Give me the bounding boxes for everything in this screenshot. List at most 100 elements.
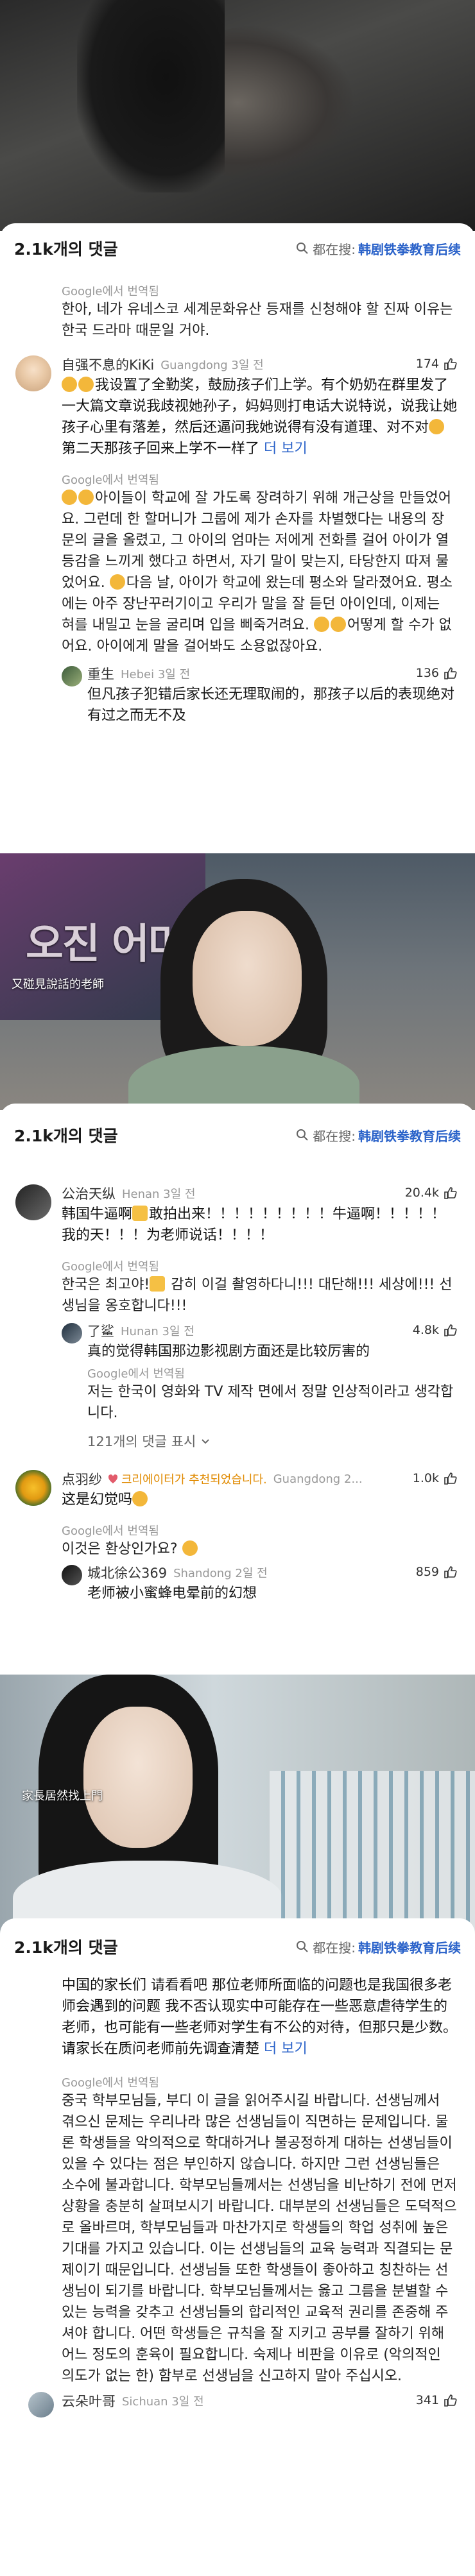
comment-text: 我设置了全勤奖，鼓励孩子们上学。有个奶奶在群里发了一大篇文章说我歧视她孙子，妈妈… bbox=[62, 377, 458, 457]
video-scene-face bbox=[193, 911, 302, 1046]
more-button[interactable]: 더 보기 bbox=[264, 2041, 307, 2057]
like-button[interactable]: 1.0k bbox=[413, 1471, 457, 1485]
like-count: 341 bbox=[415, 2393, 439, 2407]
laughing-emoji-icon bbox=[314, 617, 330, 632]
avatar[interactable] bbox=[28, 2392, 54, 2418]
reply-text: 老师被小蜜蜂电晕前的幻想 bbox=[87, 1585, 257, 1601]
search-suggestion[interactable]: 都在搜: 韩剧铁拳教育后续 bbox=[296, 1126, 461, 1145]
thumbs-up-icon bbox=[444, 2394, 457, 2407]
show-replies-button[interactable]: 121개의 댓글 표시 bbox=[87, 1431, 475, 1451]
avatar[interactable] bbox=[62, 1323, 82, 1343]
translation-source: Google에서 번역됨 bbox=[62, 473, 159, 487]
username[interactable]: 云朵叶哥 bbox=[62, 2391, 116, 2410]
chevron-down-icon bbox=[202, 1439, 210, 1444]
like-button[interactable]: 174 bbox=[416, 357, 457, 371]
avatar[interactable] bbox=[15, 355, 51, 391]
username[interactable]: 了鲨 bbox=[87, 1321, 114, 1340]
comment-text: 这是幻觉吗 bbox=[62, 1489, 457, 1510]
like-count: 174 bbox=[415, 357, 439, 371]
video-frame-bottom[interactable]: 家長居然找上門 bbox=[0, 1675, 475, 1938]
comment-meta: 点羽纱 크리에이터가 추천되었습니다. Guangdong 2... bbox=[62, 1469, 457, 1489]
avatar[interactable] bbox=[15, 1470, 51, 1506]
thumbs-up-icon bbox=[444, 1566, 457, 1578]
like-count: 136 bbox=[415, 666, 439, 680]
comment-meta: 公治天纵 Henan 3일 전 bbox=[62, 1183, 457, 1204]
username[interactable]: 自强不息的KiKi bbox=[62, 355, 154, 374]
translation-source: Google에서 번역됨 bbox=[62, 1260, 159, 1274]
comment-location-time: Henan 3일 전 bbox=[122, 1188, 196, 1201]
comment-item: 云朵叶哥 Sichuan 3일 전 341 bbox=[0, 2391, 475, 2418]
laughing-emoji-icon bbox=[78, 490, 94, 505]
laughing-emoji-icon bbox=[62, 490, 77, 505]
like-count: 859 bbox=[415, 1565, 439, 1579]
comments-panel-3: 2.1k개의 댓글 都在搜: 韩剧铁拳教育后续 中国的家长们 请看看吧 那位老师… bbox=[0, 1918, 475, 2576]
video-frame-middle[interactable]: 오진 어머 又碰見說話的老師 bbox=[0, 853, 475, 1110]
like-count: 20.4k bbox=[404, 1186, 439, 1200]
translation-source: Google에서 번역됨 bbox=[62, 2076, 159, 2090]
translation-text: 한아, 네가 유네스코 세계문화유산 등재를 신청해야 할 진짜 이유는 한국 … bbox=[62, 302, 453, 339]
like-button[interactable]: 859 bbox=[416, 1565, 457, 1579]
translation-source: Google에서 번역됨 bbox=[87, 1367, 185, 1381]
comment-location-time: Guangdong 2... bbox=[273, 1472, 363, 1486]
comment-item: 公治天纵 Henan 3일 전 20.4k 韩国牛逼啊 敢拍出来！！！！！！！！！… bbox=[0, 1183, 475, 1317]
translation-text: 이것은 환상인가요? bbox=[62, 1539, 457, 1560]
search-keyword[interactable]: 韩剧铁拳教育后续 bbox=[358, 1938, 461, 1956]
creator-recommended-badge: 크리에이터가 추천되었습니다. bbox=[107, 1471, 267, 1487]
video-scene-dark-hair bbox=[77, 0, 225, 192]
video-scene-sweater bbox=[128, 1046, 359, 1110]
username[interactable]: 城北徐公369 bbox=[87, 1563, 167, 1582]
avatar[interactable] bbox=[15, 1184, 51, 1220]
comment-count-title: 2.1k개의 댓글 bbox=[14, 1127, 118, 1145]
reply-text: 但凡孩子犯错后家长还无理取闹的，那孩子以后的表现绝对有过之而无不及 bbox=[87, 687, 455, 724]
comment-meta: 自强不息的KiKi Guangdong 3일 전 bbox=[62, 354, 457, 375]
laughing-emoji-icon bbox=[182, 1540, 198, 1556]
reply-item: 了鲨 Hunan 3일 전 4.8k 真的觉得韩国那边影视剧方面还是比较厉害的 … bbox=[62, 1320, 457, 1424]
reply-meta: 了鲨 Hunan 3일 전 bbox=[87, 1320, 457, 1341]
translation-text: 한국은 최고야! 감히 이걸 촬영하다니!!! 대단해!!! 세상에!!! 선생… bbox=[62, 1276, 453, 1314]
like-button[interactable]: 341 bbox=[416, 2393, 457, 2407]
more-button[interactable]: 더 보기 bbox=[264, 441, 307, 457]
reply-location-time: Hebei 3일 전 bbox=[121, 668, 191, 681]
like-count: 1.0k bbox=[412, 1471, 439, 1485]
reply-item: 重生 Hebei 3일 전 136 但凡孩子犯错后家长还无理取闹的，那孩子以后的… bbox=[62, 663, 457, 726]
show-replies-label: 121개의 댓글 표시 bbox=[87, 1434, 196, 1449]
video-frame-top[interactable] bbox=[0, 0, 475, 231]
avatar[interactable] bbox=[62, 666, 82, 687]
thumbs-up-icon bbox=[444, 667, 457, 679]
heart-icon bbox=[108, 1474, 118, 1483]
reply-meta: 城北徐公369 Shandong 2일 전 bbox=[87, 1562, 457, 1583]
translation-source: Google에서 번역됨 bbox=[62, 1524, 159, 1538]
video-caption: 家長居然找上門 bbox=[22, 1789, 103, 1803]
reply-item: 城北徐公369 Shandong 2일 전 859 老师被小蜜蜂电晕前的幻想 bbox=[62, 1562, 457, 1604]
search-icon bbox=[297, 243, 308, 254]
comment-text: 韩国牛逼啊 敢拍出来！！！！！！！！！牛逼啊！！！！！我的天！！！为老师说话！！！… bbox=[62, 1206, 446, 1243]
comment-text: 中国的家长们 请看看吧 那位老师所面临的问题也是我国很多老师会遇到的问题 我不否… bbox=[62, 1977, 458, 2057]
username[interactable]: 公治天纵 bbox=[62, 1184, 116, 1203]
video-watermark-text: 오진 어머 bbox=[26, 921, 186, 968]
search-icon bbox=[297, 1129, 308, 1141]
search-keyword[interactable]: 韩剧铁拳教育后续 bbox=[358, 239, 461, 258]
search-suggestion[interactable]: 都在搜: 韩剧铁拳教育后续 bbox=[296, 239, 461, 258]
video-caption: 又碰見說話的老師 bbox=[12, 978, 104, 991]
thumbs-up-icon bbox=[444, 1187, 457, 1199]
search-icon bbox=[297, 1941, 308, 1952]
reply-meta: 重生 Hebei 3일 전 bbox=[87, 663, 457, 684]
thumbs-up-icon bbox=[444, 1472, 457, 1485]
translation-text: 중국 학부모님들, 부디 이 글을 읽어주시길 바랍니다. 선생님께서 겪으신 … bbox=[62, 2093, 457, 2384]
like-button[interactable]: 4.8k bbox=[413, 1323, 457, 1337]
username[interactable]: 点羽纱 bbox=[62, 1469, 102, 1488]
comment-item: 点羽纱 크리에이터가 추천되었습니다. Guangdong 2... 1.0k … bbox=[0, 1469, 475, 1560]
search-suggestion[interactable]: 都在搜: 韩剧铁拳教育后续 bbox=[296, 1938, 461, 1956]
comments-header: 2.1k개의 댓글 都在搜: 韩剧铁拳教育后续 bbox=[0, 1918, 475, 1975]
thumbs-up-emoji-icon bbox=[132, 1206, 148, 1221]
like-button[interactable]: 20.4k bbox=[405, 1186, 457, 1200]
translation-text: 아이들이 학교에 잘 가도록 장려하기 위해 개근상을 만들었어요. 그런데 한… bbox=[62, 490, 453, 654]
search-prefix: 都在搜: bbox=[313, 241, 356, 257]
like-button[interactable]: 136 bbox=[416, 666, 457, 680]
search-keyword[interactable]: 韩剧铁拳教育后续 bbox=[358, 1126, 461, 1145]
comments-panel-2: 2.1k개의 댓글 都在搜: 韩剧铁拳教育后续 公治天纵 Henan 3일 전 … bbox=[0, 1104, 475, 1687]
laughing-emoji-icon bbox=[109, 574, 125, 590]
avatar[interactable] bbox=[62, 1565, 82, 1585]
search-prefix: 都在搜: bbox=[313, 1128, 356, 1144]
username[interactable]: 重生 bbox=[87, 664, 114, 683]
